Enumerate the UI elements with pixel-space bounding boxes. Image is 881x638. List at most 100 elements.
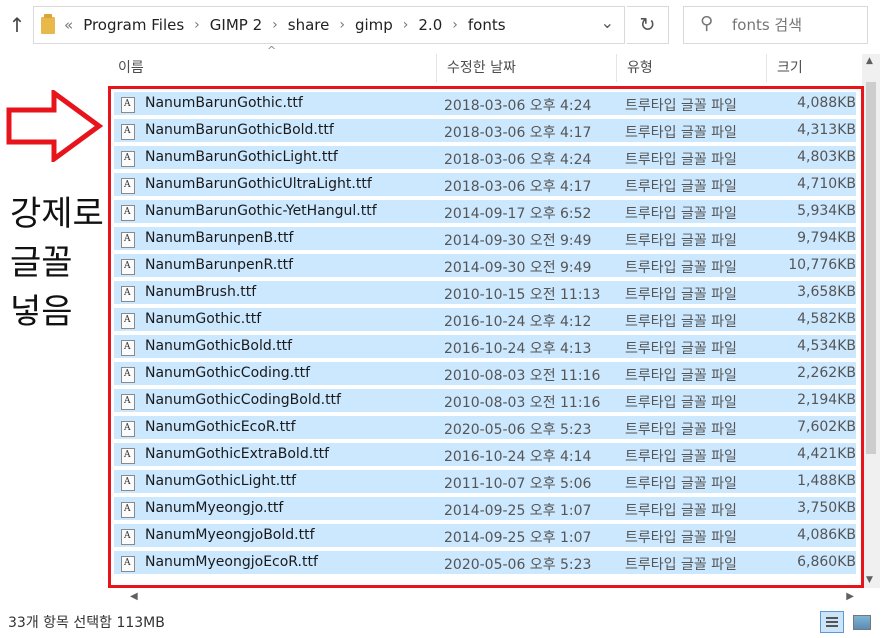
file-size: 4,710KB <box>797 176 856 192</box>
file-type: 트루타입 글꼴 파일 <box>625 314 737 330</box>
column-header-name[interactable]: 이름 <box>108 54 438 82</box>
file-row[interactable]: NanumGothicExtraBold.ttf 2016-10-24 오후 4:… <box>114 443 856 468</box>
column-header-size[interactable]: 크기 <box>766 54 860 82</box>
file-name: NanumMyeongjo.ttf <box>145 500 284 516</box>
file-name: NanumGothicCoding.ttf <box>145 365 311 381</box>
column-header-date[interactable]: 수정한 날짜 <box>436 54 616 82</box>
refresh-button[interactable]: ↻ <box>627 6 669 44</box>
file-name: NanumBarunGothic.ttf <box>145 95 303 111</box>
chevron-right-icon[interactable]: › <box>194 17 200 33</box>
annotation-line: 넣음 <box>10 292 73 332</box>
file-row[interactable]: NanumBarunGothicUltraLight.ttf 2018-03-06… <box>114 173 856 198</box>
file-name: NanumBrush.ttf <box>145 284 257 300</box>
breadcrumb-item-gimp[interactable]: gimp <box>355 16 393 34</box>
file-date: 2014-09-30 오전 9:49 <box>444 233 592 249</box>
font-file-icon <box>121 340 135 356</box>
chevron-right-icon[interactable]: › <box>452 17 458 33</box>
file-date: 2018-03-06 오후 4:24 <box>444 98 592 114</box>
font-file-icon <box>121 367 135 383</box>
file-type: 트루타입 글꼴 파일 <box>625 476 737 492</box>
file-row[interactable]: NanumBarunGothicBold.ttf 2018-03-06 오후 4:… <box>114 119 856 144</box>
file-date: 2014-09-25 오후 1:07 <box>444 503 592 519</box>
file-row[interactable]: NanumMyeongjoEcoR.ttf 2020-05-06 오후 5:23 트… <box>114 551 856 576</box>
file-size: 4,313KB <box>797 122 856 138</box>
file-row[interactable]: NanumBarunGothicLight.ttf 2018-03-06 오후 4… <box>114 146 856 171</box>
breadcrumb-item-program-files[interactable]: Program Files <box>83 16 184 34</box>
file-size: 10,776KB <box>788 257 856 273</box>
up-arrow-icon[interactable]: ↑ <box>4 10 30 40</box>
file-type: 트루타입 글꼴 파일 <box>625 98 737 114</box>
file-row[interactable]: NanumMyeongjoBold.ttf 2014-09-25 오후 1:07 트… <box>114 524 856 549</box>
breadcrumb-item-share[interactable]: share <box>288 16 330 34</box>
file-size: 4,086KB <box>797 527 856 543</box>
file-size: 1,488KB <box>797 473 856 489</box>
file-size: 4,803KB <box>797 149 856 165</box>
search-box[interactable]: ⚲ <box>683 6 868 44</box>
scroll-right-icon[interactable]: ▶ <box>846 591 854 602</box>
breadcrumb-item-gimp2[interactable]: GIMP 2 <box>210 16 262 34</box>
font-file-icon <box>121 97 135 113</box>
file-date: 2016-10-24 오후 4:12 <box>444 314 592 330</box>
details-view-icon[interactable] <box>820 611 844 633</box>
chevron-right-icon[interactable]: › <box>272 17 278 33</box>
file-row[interactable]: NanumBrush.ttf 2010-10-15 오전 11:13 트루타입 글꼴… <box>114 281 856 306</box>
file-date: 2016-10-24 오후 4:13 <box>444 341 592 357</box>
file-row[interactable]: NanumGothicCodingBold.ttf 2010-08-03 오전 1… <box>114 389 856 414</box>
file-type: 트루타입 글꼴 파일 <box>625 422 737 438</box>
file-row[interactable]: NanumGothicBold.ttf 2016-10-24 오후 4:13 트루타… <box>114 335 856 360</box>
file-size: 4,582KB <box>797 311 856 327</box>
file-row[interactable]: NanumBarunGothic-YetHangul.ttf 2014-09-17… <box>114 200 856 225</box>
chevron-down-icon[interactable]: ⌄ <box>601 13 614 32</box>
file-row[interactable]: NanumGothicEcoR.ttf 2020-05-06 오후 5:23 트루타… <box>114 416 856 441</box>
file-size: 3,658KB <box>797 284 856 300</box>
font-file-icon <box>121 556 135 572</box>
vertical-scrollbar[interactable]: ▲ ▼ <box>862 54 880 588</box>
font-file-icon <box>121 313 135 329</box>
file-date: 2011-10-07 오후 5:06 <box>444 476 592 492</box>
file-row[interactable]: NanumMyeongjo.ttf 2014-09-25 오후 1:07 트루타입 … <box>114 497 856 522</box>
file-type: 트루타입 글꼴 파일 <box>625 503 737 519</box>
scrollbar-thumb[interactable] <box>866 82 876 454</box>
file-date: 2010-08-03 오전 11:16 <box>444 395 601 411</box>
font-file-icon <box>121 124 135 140</box>
font-file-icon <box>121 529 135 545</box>
file-type: 트루타입 글꼴 파일 <box>625 557 737 573</box>
file-name: NanumGothicEcoR.ttf <box>145 419 296 435</box>
breadcrumb: « Program Files › GIMP 2 › share › gimp … <box>64 7 506 43</box>
breadcrumb-overflow-icon[interactable]: « <box>64 16 73 34</box>
font-file-icon <box>121 448 135 464</box>
search-input[interactable] <box>732 15 862 35</box>
breadcrumb-item-version[interactable]: 2.0 <box>418 16 442 34</box>
file-list[interactable]: NanumBarunGothic.ttf 2018-03-06 오후 4:24 트루… <box>108 90 860 580</box>
address-bar[interactable]: « Program Files › GIMP 2 › share › gimp … <box>33 6 625 44</box>
font-file-icon <box>121 421 135 437</box>
file-row[interactable]: NanumGothicLight.ttf 2011-10-07 오후 5:06 트루… <box>114 470 856 495</box>
file-name: NanumBarunGothicUltraLight.ttf <box>145 176 372 192</box>
scroll-up-icon[interactable]: ▲ <box>866 56 873 66</box>
thumbnail-view-icon[interactable] <box>850 612 872 632</box>
file-type: 트루타입 글꼴 파일 <box>625 206 737 222</box>
column-header-type[interactable]: 유형 <box>616 54 766 82</box>
file-date: 2016-10-24 오후 4:14 <box>444 449 592 465</box>
file-row[interactable]: NanumBarunpenB.ttf 2014-09-30 오전 9:49 트루타입… <box>114 227 856 252</box>
file-row[interactable]: NanumGothicCoding.ttf 2010-08-03 오전 11:16… <box>114 362 856 387</box>
horizontal-scrollbar[interactable]: ◀ ▶ <box>108 588 862 608</box>
file-date: 2014-09-30 오전 9:49 <box>444 260 592 276</box>
scroll-down-icon[interactable]: ▼ <box>866 575 873 585</box>
font-file-icon <box>121 259 135 275</box>
font-file-icon <box>121 232 135 248</box>
file-name: NanumBarunGothicBold.ttf <box>145 122 334 138</box>
file-row[interactable]: NanumGothic.ttf 2016-10-24 오후 4:12 트루타입 글꼴… <box>114 308 856 333</box>
file-size: 4,088KB <box>797 95 856 111</box>
file-row[interactable]: NanumBarunGothic.ttf 2018-03-06 오후 4:24 트루… <box>114 92 856 117</box>
breadcrumb-item-fonts[interactable]: fonts <box>468 16 506 34</box>
file-row[interactable]: NanumBarunpenR.ttf 2014-09-30 오전 9:49 트루타입… <box>114 254 856 279</box>
file-size: 2,262KB <box>797 365 856 381</box>
file-name: NanumGothicExtraBold.ttf <box>145 446 330 462</box>
file-date: 2014-09-17 오후 6:52 <box>444 206 592 222</box>
chevron-right-icon[interactable]: › <box>339 17 345 33</box>
file-type: 트루타입 글꼴 파일 <box>625 341 737 357</box>
file-name: NanumBarunpenB.ttf <box>145 230 294 246</box>
scroll-left-icon[interactable]: ◀ <box>130 591 138 602</box>
chevron-right-icon[interactable]: › <box>403 17 409 33</box>
